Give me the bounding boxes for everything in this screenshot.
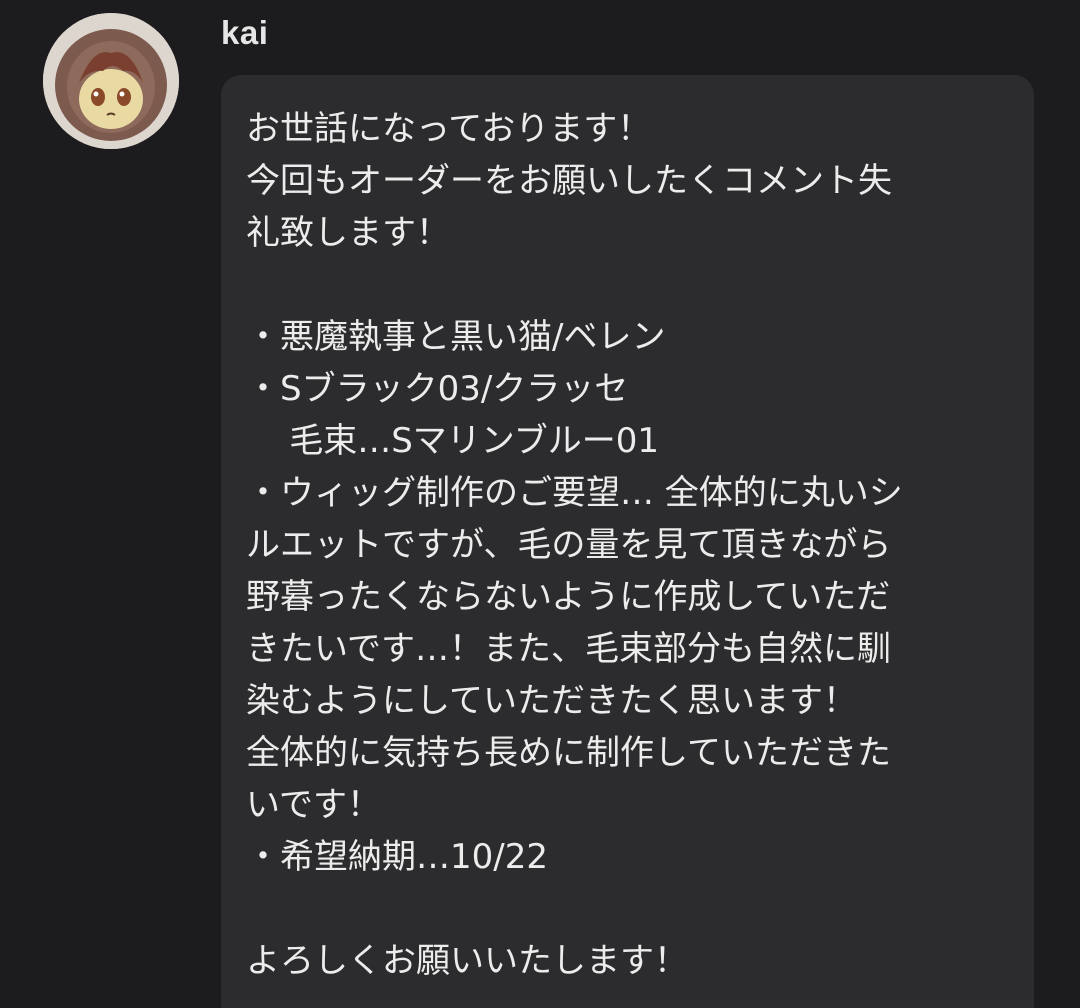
message-line: お世話になっております！ [246,109,652,149]
message-line: よろしくお願いいたします！ [246,941,688,981]
message-line: 礼致します！ [246,213,450,253]
message-line [246,883,1014,935]
message-line: 今回もオーダーをお願いしたくコメント失 [246,161,892,201]
message-line: ・Sブラック03/クラッセ [246,369,629,409]
message-line: 野暮ったくならないように作成していただ [246,577,891,617]
plush-avatar-icon [43,13,179,149]
message-line: ルエットですが、毛の量を見て頂きながら [246,525,892,565]
username[interactable]: kai [221,14,268,52]
message-line: 全体的に気持ち長めに制作していただきた [246,733,891,773]
message-bubble: お世話になっております！ 今回もオーダーをお願いしたくコメント失 礼致します！ … [221,75,1034,1008]
message-line: いです！ [246,785,381,825]
message-line: ・希望納期…10/22 [246,837,548,877]
message-line: ・ウィッグ制作のご要望… 全体的に丸いシ [246,473,903,513]
avatar[interactable] [43,13,179,149]
message-line: 染むようにしていただきたく思います！ [246,681,857,721]
message-line [246,259,1014,311]
message-line: きたいです…！また、毛束部分も自然に馴 [246,629,891,669]
message-line: ・悪魔執事と黒い猫/ベレン [246,317,666,357]
message-line: 毛束…Sマリンブルー01 [246,421,660,461]
